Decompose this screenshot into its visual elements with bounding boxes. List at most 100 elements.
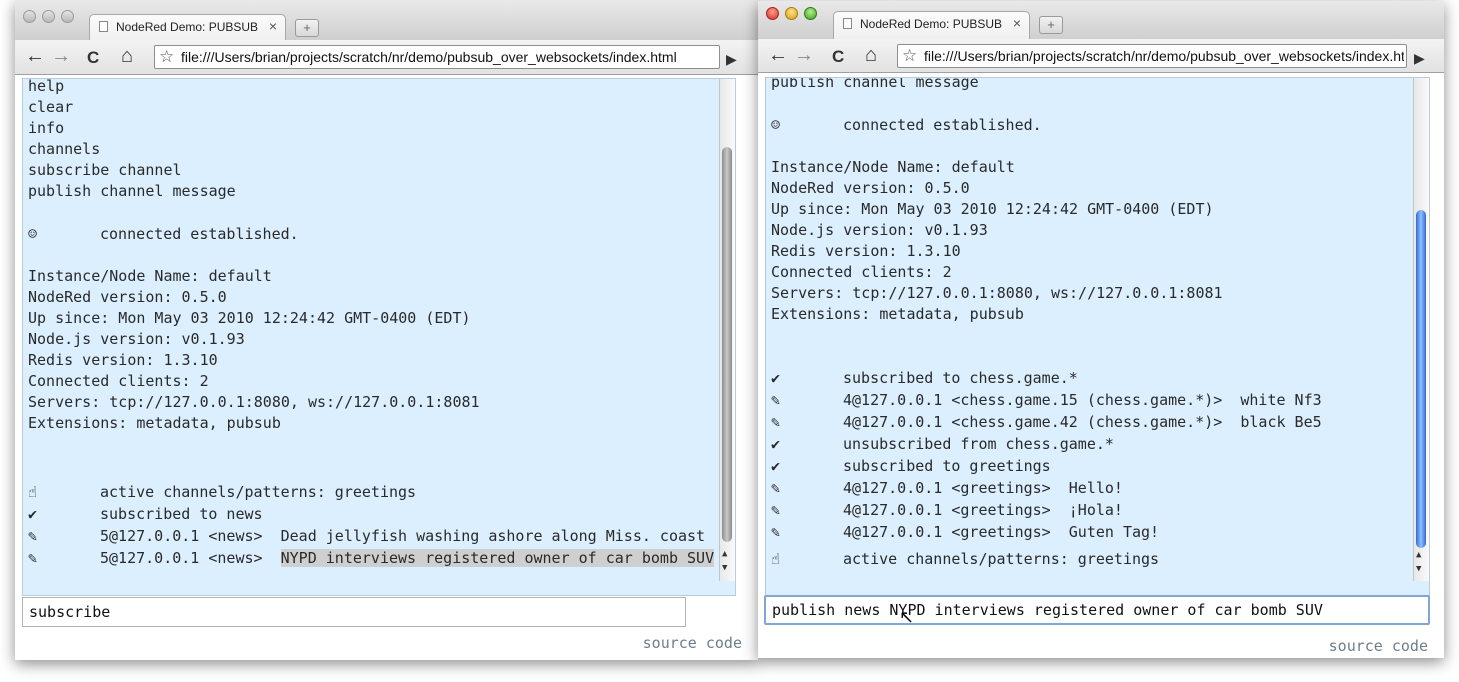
browser-tab[interactable]: NodeRed Demo: PUBSUB over Websockets × <box>89 14 286 40</box>
window-controls <box>766 7 823 21</box>
page-content: help clear info channels subscribe chann… <box>15 75 758 660</box>
event-line: subscribed to news <box>100 505 263 523</box>
window-controls <box>23 10 80 24</box>
highlighted-message: NYPD interviews registered owner of car … <box>280 549 715 567</box>
help-line: publish channel message <box>771 77 979 91</box>
info-line: Extensions: metadata, pubsub <box>771 305 1024 323</box>
bookmark-star-icon[interactable]: ☆ <box>159 47 174 67</box>
connected-message: connected established. <box>843 116 1042 134</box>
address-bar[interactable]: ☆ file:///Users/brian/projects/scratch/n… <box>897 44 1407 68</box>
vertical-scrollbar[interactable]: ▲ ▼ <box>719 79 735 581</box>
tab-title: NodeRed Demo: PUBSUB over Websockets <box>860 17 1005 31</box>
minimize-window-button[interactable] <box>785 7 798 20</box>
checkmark-icon: ✔ <box>771 435 781 453</box>
close-tab-icon[interactable]: × <box>1013 15 1021 31</box>
help-line: subscribe channel <box>28 161 182 179</box>
checkmark-icon: ✔ <box>771 369 781 387</box>
info-line: Up since: Mon May 03 2010 12:24:42 GMT-0… <box>28 309 471 327</box>
pencil-icon: ✎ <box>28 549 38 567</box>
info-line: Connected clients: 2 <box>28 372 209 390</box>
message-prefix: 5@127.0.0.1 <news> <box>100 549 281 567</box>
event-line: subscribed to chess.game.* <box>843 369 1078 387</box>
reload-icon[interactable]: C <box>832 47 844 67</box>
checkmark-icon: ✔ <box>28 505 38 523</box>
smiley-icon: ☺ <box>771 116 781 134</box>
pencil-icon: ✎ <box>771 501 781 519</box>
info-line: Up since: Mon May 03 2010 12:24:42 GMT-0… <box>771 200 1214 218</box>
info-line: Extensions: metadata, pubsub <box>28 414 281 432</box>
event-line: 5@127.0.0.1 <news> Dead jellyfish washin… <box>100 527 706 545</box>
help-line: help <box>28 78 65 95</box>
navigation-toolbar: ← → C ⌂ ☆ file:///Users/brian/projects/s… <box>15 40 758 75</box>
address-bar[interactable]: ☆ file:///Users/brian/projects/scratch/n… <box>154 45 720 69</box>
zoom-window-button[interactable] <box>61 10 74 23</box>
new-tab-button[interactable]: + <box>1039 16 1063 34</box>
home-icon[interactable]: ⌂ <box>121 46 133 66</box>
event-line: subscribed to greetings <box>843 457 1051 475</box>
page-content: publish channel message ☺ connected esta… <box>758 73 1444 658</box>
close-window-button[interactable] <box>23 10 36 23</box>
scrollbar-thumb[interactable] <box>722 147 732 542</box>
scroll-up-icon[interactable]: ▲ <box>722 549 727 559</box>
pencil-icon: ✎ <box>771 479 781 497</box>
info-line: Instance/Node Name: default <box>771 158 1015 176</box>
scrollbar-thumb[interactable] <box>1416 210 1426 548</box>
event-line: active channels/patterns: greetings <box>100 483 417 501</box>
event-line: 4@127.0.0.1 <chess.game.15 (chess.game.*… <box>843 391 1322 409</box>
url-text[interactable]: file:///Users/brian/projects/scratch/nr/… <box>181 49 717 65</box>
help-line: info <box>28 119 65 137</box>
scroll-down-icon[interactable]: ▼ <box>1416 564 1421 574</box>
event-line: 4@127.0.0.1 <chess.game.42 (chess.game.*… <box>843 413 1322 431</box>
info-line: NodeRed version: 0.5.0 <box>771 179 970 197</box>
scroll-down-icon[interactable]: ▼ <box>722 563 727 573</box>
info-line: Node.js version: v0.1.93 <box>771 221 988 239</box>
info-line: Servers: tcp://127.0.0.1:8080, ws://127.… <box>771 284 1223 302</box>
info-line: Servers: tcp://127.0.0.1:8080, ws://127.… <box>28 393 480 411</box>
event-line: 4@127.0.0.1 <greetings> ¡Hola! <box>843 501 1123 519</box>
close-window-button[interactable] <box>766 7 779 20</box>
pointing-hand-icon: ☝ <box>28 483 38 501</box>
info-line: Redis version: 1.3.10 <box>28 351 218 369</box>
navigation-toolbar: ← → C ⌂ ☆ file:///Users/brian/projects/s… <box>758 39 1444 73</box>
new-tab-button[interactable]: + <box>295 19 319 37</box>
source-code-link[interactable]: source code <box>1329 637 1428 655</box>
scroll-up-icon[interactable]: ▲ <box>1416 550 1421 560</box>
close-tab-icon[interactable]: × <box>269 18 277 34</box>
forward-arrow-icon[interactable]: → <box>51 46 71 66</box>
forward-arrow-icon[interactable]: → <box>794 45 814 65</box>
page-menu-icon[interactable]: ▶ <box>1414 48 1425 68</box>
event-line: 4@127.0.0.1 <greetings> Hello! <box>843 479 1123 497</box>
vertical-scrollbar[interactable]: ▲ ▼ <box>1413 78 1429 581</box>
event-line: 4@127.0.0.1 <greetings> Guten Tag! <box>843 523 1160 541</box>
bookmark-star-icon[interactable]: ☆ <box>902 46 917 66</box>
event-line: 5@127.0.0.1 <news> NYPD interviews regis… <box>100 548 715 568</box>
browser-window-left: NodeRed Demo: PUBSUB over Websockets × +… <box>15 0 758 660</box>
info-line: Node.js version: v0.1.93 <box>28 330 245 348</box>
help-line: publish channel message <box>28 182 236 200</box>
back-arrow-icon[interactable]: ← <box>25 46 45 66</box>
checkmark-icon: ✔ <box>771 457 781 475</box>
reload-icon[interactable]: C <box>87 48 99 68</box>
help-line: channels <box>28 140 101 158</box>
browser-window-right: NodeRed Demo: PUBSUB over Websockets × +… <box>758 1 1444 658</box>
page-icon <box>843 18 852 29</box>
pencil-icon: ✎ <box>771 523 781 541</box>
command-input[interactable]: subscribe <box>22 597 686 627</box>
console-output: publish channel message ☺ connected esta… <box>765 77 1430 596</box>
info-line: Redis version: 1.3.10 <box>771 242 961 260</box>
help-line: clear <box>28 98 74 116</box>
mouse-cursor-icon: ↖ <box>899 607 915 627</box>
browser-tab[interactable]: NodeRed Demo: PUBSUB over Websockets × <box>833 11 1030 39</box>
console-output: help clear info channels subscribe chann… <box>22 78 736 596</box>
home-icon[interactable]: ⌂ <box>865 45 877 65</box>
command-input[interactable]: publish news NYPD interviews registered … <box>764 595 1430 625</box>
back-arrow-icon[interactable]: ← <box>768 45 788 65</box>
url-text[interactable]: file:///Users/brian/projects/scratch/nr/… <box>924 48 1404 64</box>
zoom-window-button[interactable] <box>804 7 817 20</box>
pointing-hand-icon: ☝ <box>771 550 781 568</box>
page-menu-icon[interactable]: ▶ <box>726 49 737 69</box>
pencil-icon: ✎ <box>771 413 781 431</box>
minimize-window-button[interactable] <box>42 10 55 23</box>
connected-message: connected established. <box>100 225 299 243</box>
source-code-link[interactable]: source code <box>643 634 742 652</box>
